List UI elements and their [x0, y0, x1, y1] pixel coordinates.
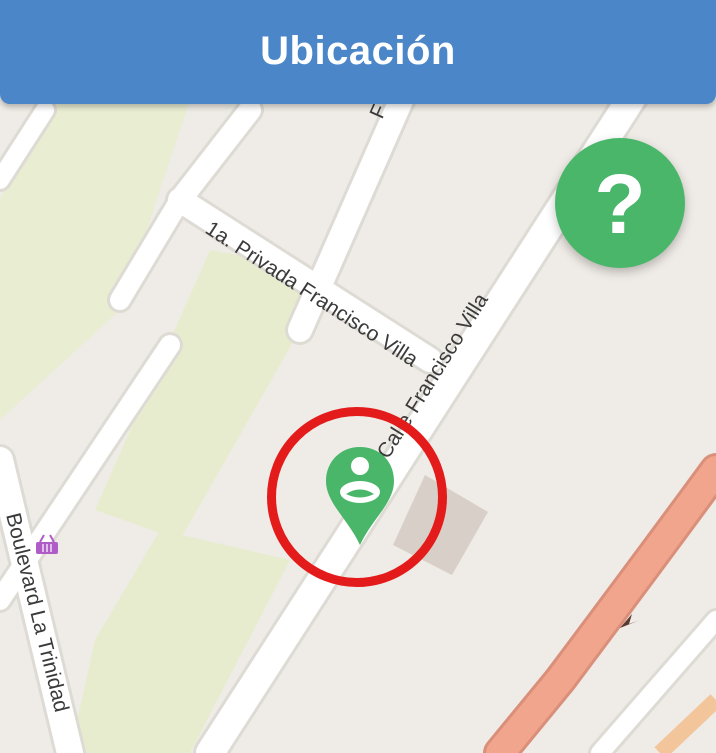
help-icon: ?: [594, 157, 646, 251]
help-button[interactable]: ?: [555, 138, 685, 268]
app-header: Ubicación: [0, 0, 716, 104]
map-canvas[interactable]: 1a. Privada Francisco Villa Calle Franci…: [0, 0, 716, 753]
page-title: Ubicación: [260, 28, 456, 73]
location-screen: 1a. Privada Francisco Villa Calle Franci…: [0, 0, 716, 753]
map-view[interactable]: 1a. Privada Francisco Villa Calle Franci…: [0, 0, 716, 753]
user-location-pin-icon[interactable]: [324, 445, 396, 547]
